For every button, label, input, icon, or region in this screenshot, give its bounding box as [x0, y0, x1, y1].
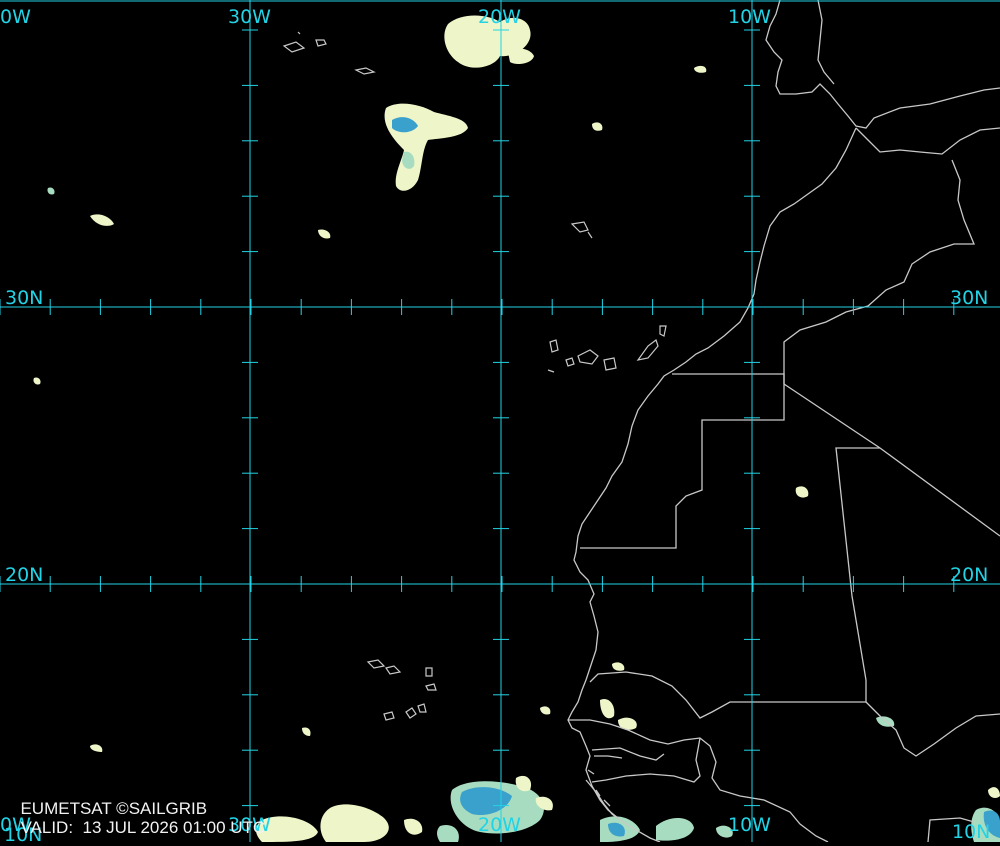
lon-label-bottom-10w: 10W: [728, 814, 771, 836]
valid-label: VALID:: [20, 818, 74, 837]
lat-label-left-30n: 30N: [5, 287, 44, 309]
map-background: [0, 0, 1000, 842]
lon-label-top-30w: 30W: [228, 6, 271, 28]
lat-label-right-20n: 20N: [950, 564, 989, 586]
lat-label-left-20n: 20N: [5, 564, 44, 586]
lon-label-bottom-20w: 20W: [478, 814, 521, 836]
satellite-map: [0, 0, 1000, 842]
lat-label-right-10n: 10N: [952, 821, 991, 843]
lon-label-top-0w: 0W: [0, 6, 31, 28]
valid-time: 13 JUL 2026 01:00 UTC: [82, 818, 266, 837]
lat-label-right-30n: 30N: [950, 287, 989, 309]
valid-time-line: VALID: 13 JUL 2026 01:00 UTC: [11, 799, 265, 837]
lon-label-top-10w: 10W: [728, 6, 771, 28]
lon-label-top-20w: 20W: [478, 6, 521, 28]
